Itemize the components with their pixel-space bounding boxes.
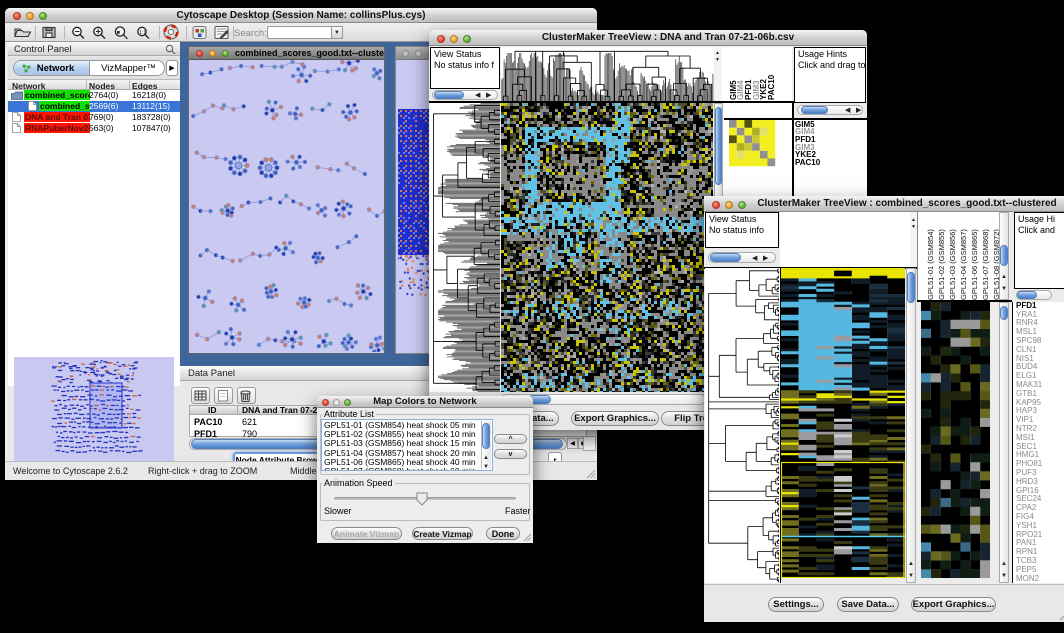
svg-text:1:1: 1:1 bbox=[139, 30, 146, 36]
svg-text:■: ■ bbox=[117, 30, 120, 36]
